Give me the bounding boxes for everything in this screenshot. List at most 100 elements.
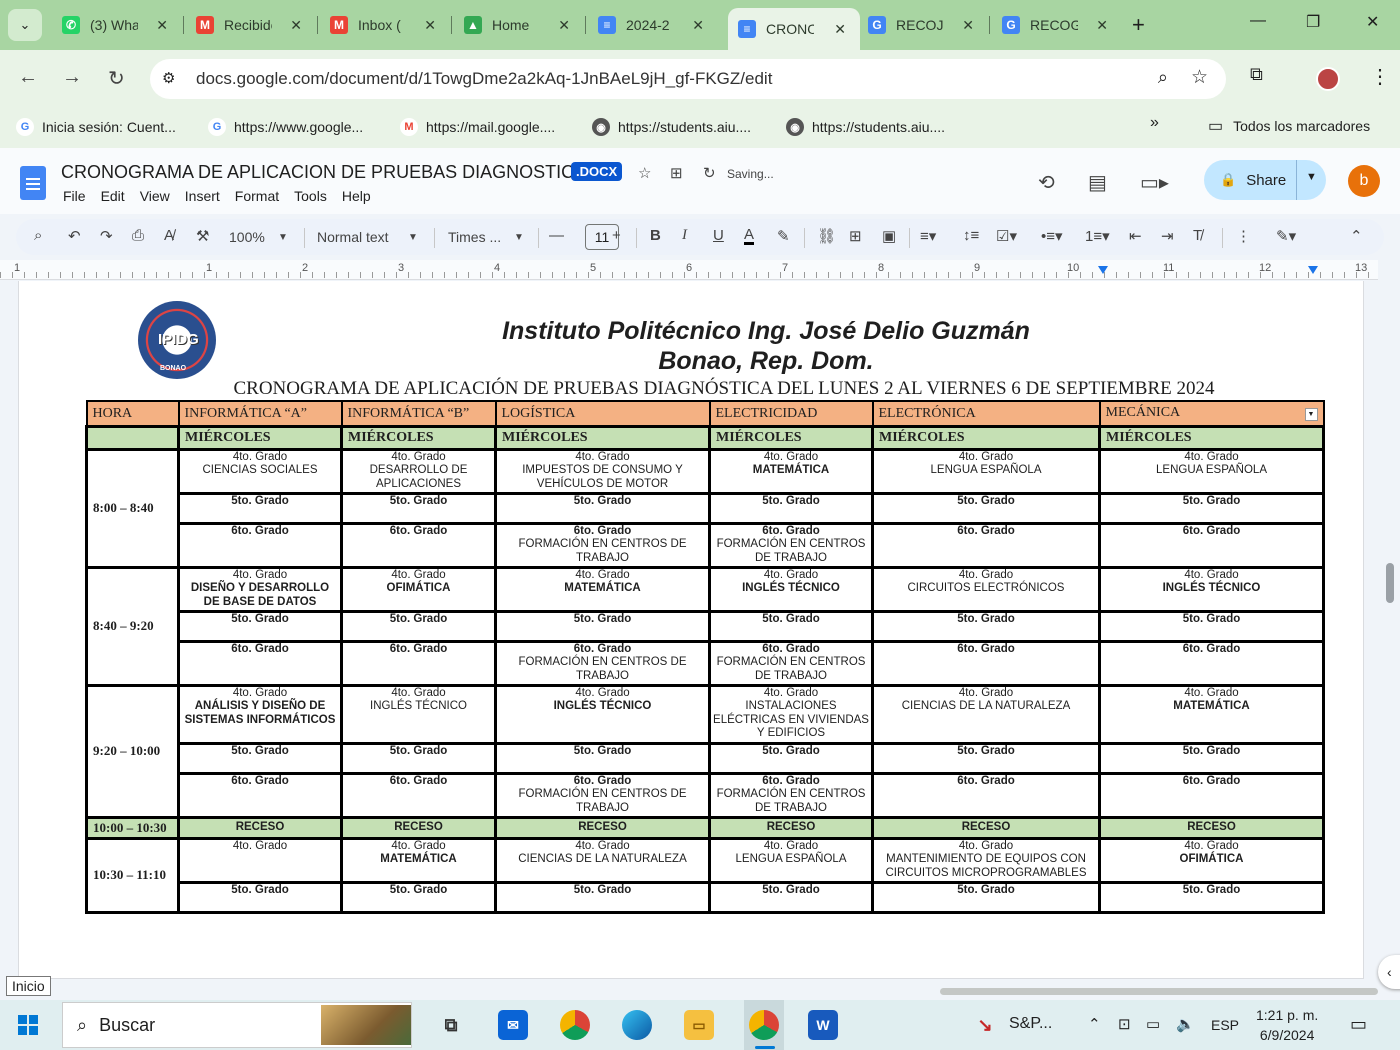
schedule-cell[interactable]: 5to. Grado (494, 609, 711, 643)
usb-icon[interactable]: ⊡ (1118, 1015, 1131, 1033)
add-comment-icon[interactable]: ⊞ (849, 227, 862, 245)
style-select[interactable]: Normal text (317, 229, 389, 245)
editing-mode-icon[interactable]: ✎▾ (1276, 227, 1296, 245)
ruler[interactable]: 1 1 2 3 4 5 6 7 8 9 10 11 12 13 (0, 260, 1378, 280)
recess-cell[interactable]: RECESO (708, 815, 874, 840)
clock[interactable]: 1:21 p. m. 6/9/2024 (1256, 1005, 1318, 1045)
schedule-cell[interactable]: 6to. Grado (340, 521, 497, 569)
recess-cell[interactable]: RECESO (177, 815, 343, 840)
document-page[interactable]: IPIDG BONAO Instituto Politécnico Ing. J… (18, 281, 1364, 979)
bookmark-item[interactable]: ◉ https://students.aiu.... (786, 118, 945, 136)
clear-formatting-icon[interactable]: T̸ (1193, 227, 1202, 244)
forward-icon[interactable]: → (62, 66, 82, 89)
time-slot[interactable]: 10:30 – 11:10 (85, 836, 180, 914)
decrease-indent-icon[interactable]: ⇤ (1129, 227, 1142, 245)
word-icon[interactable]: W (808, 1010, 838, 1040)
schedule-cell[interactable]: 5to. Grado (494, 741, 711, 775)
schedule-cell[interactable]: 4to. Grado CIENCIAS DE LA NATURALEZA (494, 836, 711, 884)
new-tab-button[interactable]: + (1132, 12, 1145, 38)
italic-icon[interactable]: I (682, 227, 687, 244)
menu-file[interactable]: File (63, 188, 86, 204)
schedule-cell[interactable]: 6to. Grado (1098, 639, 1325, 687)
menu-help[interactable]: Help (342, 188, 371, 204)
reload-icon[interactable]: ↻ (108, 66, 125, 91)
day-cell[interactable]: MIÉRCOLES (177, 424, 343, 451)
close-tab-icon[interactable]: ✕ (156, 17, 168, 34)
spellcheck-icon[interactable]: A̸ (164, 227, 174, 244)
align-icon[interactable]: ≡▾ (920, 227, 936, 245)
browser-tab[interactable]: ✆ (3) WhatsApp ✕ (52, 8, 182, 42)
bookmark-item[interactable]: ◉ https://students.aiu.... (592, 118, 751, 136)
share-button[interactable]: 🔒 Share ▼ (1204, 160, 1326, 200)
schedule-cell[interactable]: 6to. Grado FORMACIÓN EN CENTROS DE TRABAJ… (708, 771, 874, 819)
increase-indent-icon[interactable]: ⇥ (1161, 227, 1174, 245)
taskbar-search[interactable]: ⌕ Buscar (62, 1002, 412, 1048)
close-tab-icon[interactable]: ✕ (290, 17, 302, 34)
schedule-cell[interactable]: 4to. Grado OFIMÁTICA (340, 565, 497, 613)
comments-icon[interactable]: ▤ (1088, 170, 1107, 195)
schedule-cell[interactable]: 5to. Grado (494, 491, 711, 525)
menu-edit[interactable]: Edit (101, 188, 125, 204)
schedule-cell[interactable]: 6to. Grado FORMACIÓN EN CENTROS DE TRABAJ… (494, 771, 711, 819)
checklist-icon[interactable]: ☑▾ (996, 227, 1017, 245)
account-avatar[interactable]: b (1348, 165, 1380, 197)
schedule-cell[interactable]: 6to. Grado (1098, 521, 1325, 569)
schedule-cell[interactable]: 6to. Grado (871, 639, 1101, 687)
schedule-cell[interactable]: 5to. Grado (177, 491, 343, 525)
more-bookmarks-icon[interactable]: » (1150, 114, 1159, 132)
back-icon[interactable]: ← (18, 66, 38, 89)
schedule-cell[interactable]: 4to. Grado OFIMÁTICA (1098, 836, 1325, 884)
close-tab-icon[interactable]: ✕ (834, 21, 846, 38)
close-tab-icon[interactable]: ✕ (558, 17, 570, 34)
mail-icon[interactable]: ✉ (498, 1010, 528, 1040)
search-menus-icon[interactable]: ⌕ (34, 227, 42, 244)
recess-cell[interactable]: RECESO (340, 815, 497, 840)
print-icon[interactable]: ⎙ (132, 227, 144, 244)
time-slot[interactable]: 9:20 – 10:00 (85, 683, 180, 819)
browser-tab[interactable]: ≡ CRONOGRAMA ✕ (728, 8, 860, 50)
schedule-cell[interactable]: 4to. Grado MATEMÁTICA (494, 565, 711, 613)
bookmark-star-icon[interactable]: ☆ (1191, 66, 1208, 89)
menu-format[interactable]: Format (235, 188, 279, 204)
menu-tools[interactable]: Tools (294, 188, 327, 204)
tray-expand-icon[interactable]: ⌃ (1088, 1015, 1101, 1033)
column-header[interactable]: ELECTRICIDAD (708, 400, 874, 427)
underline-icon[interactable]: U (713, 227, 724, 244)
schedule-cell[interactable]: 4to. Grado LENGUA ESPAÑOLA (1098, 447, 1325, 495)
schedule-cell[interactable]: 4to. Grado INGLÉS TÉCNICO (708, 565, 874, 613)
schedule-cell[interactable]: 5to. Grado (177, 880, 343, 914)
close-window-icon[interactable]: ✕ (1366, 12, 1379, 32)
schedule-cell[interactable]: 5to. Grado (1098, 491, 1325, 525)
menu-view[interactable]: View (140, 188, 170, 204)
schedule-cell[interactable]: 4to. Grado DISEÑO Y DESARROLLO DE BASE DE… (177, 565, 343, 613)
font-select[interactable]: Times ... (448, 229, 501, 245)
browser-tab[interactable]: G RECOGIDA ✕ (992, 8, 1122, 42)
schedule-cell[interactable]: 5to. Grado (340, 491, 497, 525)
schedule-cell[interactable]: 6to. Grado (177, 639, 343, 687)
all-bookmarks-folder[interactable]: ▭ Todos los marcadores (1208, 116, 1370, 136)
restore-icon[interactable]: ❐ (1306, 12, 1320, 32)
decrease-font-icon[interactable]: — (549, 227, 564, 244)
recess-cell[interactable]: RECESO (871, 815, 1101, 840)
zoom-select[interactable]: 100% (229, 229, 265, 245)
schedule-cell[interactable]: 4to. Grado INSTALACIONES ELÉCTRICAS EN VI… (708, 683, 874, 745)
schedule-cell[interactable]: 5to. Grado (708, 609, 874, 643)
schedule-cell[interactable]: 5to. Grado (871, 609, 1101, 643)
bulleted-list-icon[interactable]: •≡▾ (1041, 227, 1063, 245)
browser-tab[interactable]: ≡ 2024-2 ✕ (588, 8, 718, 42)
tab-search-button[interactable]: ⌄ (8, 9, 42, 41)
schedule-cell[interactable]: 5to. Grado (1098, 609, 1325, 643)
day-cell[interactable]: MIÉRCOLES (871, 424, 1101, 451)
schedule-cell[interactable]: 4to. Grado INGLÉS TÉCNICO (494, 683, 711, 745)
schedule-cell[interactable]: 5to. Grado (340, 741, 497, 775)
insert-image-icon[interactable]: ▣ (882, 227, 896, 245)
schedule-cell[interactable]: 4to. Grado LENGUA ESPAÑOLA (708, 836, 874, 884)
hide-menus-icon[interactable]: ⌃ (1350, 227, 1363, 245)
schedule-cell[interactable]: 4to. Grado MANTENIMIENTO DE EQUIPOS CON C… (871, 836, 1101, 884)
schedule-cell[interactable]: 4to. Grado MATEMÁTICA (340, 836, 497, 884)
day-cell-empty[interactable] (85, 424, 180, 451)
schedule-cell[interactable]: 5to. Grado (177, 609, 343, 643)
schedule-cell[interactable]: 5to. Grado (494, 880, 711, 914)
redo-icon[interactable]: ↷ (100, 227, 113, 245)
move-folder-icon[interactable]: ⊞ (670, 164, 683, 182)
